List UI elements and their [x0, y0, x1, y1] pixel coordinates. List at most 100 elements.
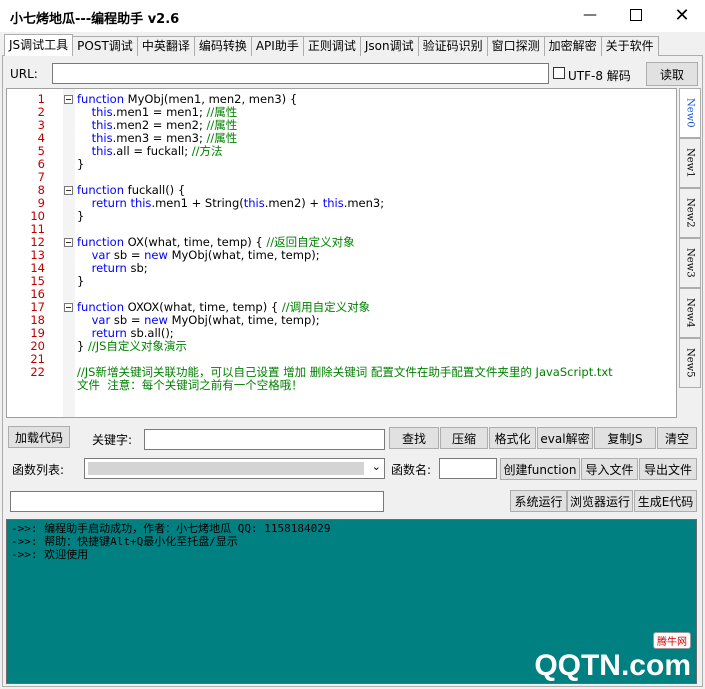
format-button[interactable]: 格式化: [489, 427, 536, 449]
code-token: sb =: [113, 248, 145, 262]
tab-5[interactable]: 正则调试: [302, 36, 361, 56]
code-token: OX(what, time, temp) {: [127, 235, 267, 249]
side-tab-label: New4: [684, 298, 696, 328]
maximize-button[interactable]: [613, 0, 659, 30]
console-line: ->>: 欢迎使用: [11, 548, 89, 561]
tab-4[interactable]: API助手: [250, 36, 304, 56]
tab-9[interactable]: 加密解密: [543, 36, 602, 56]
fold-toggle-icon[interactable]: [64, 238, 73, 247]
side-tab-label: New2: [684, 198, 696, 228]
side-tab-label: New0: [684, 98, 696, 128]
side-tab-0[interactable]: New0: [679, 88, 701, 138]
keyword-token: this: [91, 144, 113, 158]
run-input[interactable]: [10, 491, 384, 512]
fold-toggle-icon[interactable]: [64, 95, 73, 104]
code-line: 14 return sb;: [7, 261, 676, 275]
keyword-token: var: [91, 313, 114, 327]
system-run-button[interactable]: 系统运行: [510, 490, 567, 512]
code-token: sb;: [130, 261, 148, 275]
utf8-checkbox[interactable]: [553, 67, 565, 79]
keyword-token: var: [91, 248, 114, 262]
tab-8[interactable]: 窗口探测: [486, 36, 545, 56]
code-text: }: [77, 158, 84, 171]
keyword-input[interactable]: [144, 429, 385, 450]
find-button[interactable]: 查找: [389, 427, 439, 449]
code-token: MyObj(what, time, temp);: [171, 313, 320, 327]
window-title: 小七烤地瓜---编程助手 v2.6: [10, 12, 180, 27]
code-token: fuckall() {: [127, 183, 186, 197]
code-token: }: [77, 339, 88, 353]
close-button[interactable]: ✕: [659, 0, 705, 30]
code-line: 6}: [7, 158, 676, 171]
watermark-badge: 腾牛网: [653, 632, 691, 649]
watermark-text: QQTN.com: [534, 649, 691, 682]
utf8-checkbox-label: UTF-8 解码: [568, 69, 631, 83]
code-text: } //JS自定义对象演示: [77, 340, 187, 353]
function-list-select[interactable]: ⌄: [84, 458, 385, 479]
tab-3[interactable]: 编码转换: [193, 36, 252, 56]
eval-decrypt-button[interactable]: eval解密: [537, 427, 593, 449]
import-file-button[interactable]: 导入文件: [581, 458, 638, 480]
tab-6[interactable]: Json调试: [359, 36, 419, 56]
export-file-button[interactable]: 导出文件: [639, 458, 697, 480]
keyword-token: this: [243, 196, 265, 210]
code-token: OXOX(what, time, temp) {: [127, 300, 282, 314]
code-line: 10}: [7, 210, 676, 223]
comment-token: //属性: [206, 105, 238, 119]
keyword-token: new: [144, 313, 172, 327]
tab-1[interactable]: POST调试: [72, 36, 138, 56]
tab-10[interactable]: 关于软件: [600, 36, 659, 56]
comment-token: //调用自定义对象: [281, 300, 371, 314]
clear-button[interactable]: 清空: [657, 427, 697, 449]
code-text: }: [77, 275, 84, 288]
tab-strip: JS调试工具 POST调试 中英翻译 编码转换 API助手 正则调试 Json调试 验证码识别…: [4, 34, 659, 56]
code-token: .men2) +: [264, 196, 323, 210]
url-input[interactable]: [52, 63, 549, 84]
side-tab-2[interactable]: New2: [679, 188, 701, 238]
fold-toggle-icon[interactable]: [64, 303, 73, 312]
keyword-token: function: [77, 235, 128, 249]
code-token: MyObj(what, time, temp);: [171, 248, 320, 262]
code-line: 文件 注意：每个关键词之前有一个空格哦！: [7, 379, 676, 392]
side-tab-4[interactable]: New4: [679, 288, 701, 338]
code-token: .men1 + String(: [151, 196, 244, 210]
read-button[interactable]: 读取: [646, 62, 698, 86]
side-tab-3[interactable]: New3: [679, 238, 701, 288]
code-line: 15}: [7, 275, 676, 288]
code-token: .all = fuckall;: [112, 144, 192, 158]
code-token: .men3;: [343, 196, 385, 210]
code-editor[interactable]: 1 function MyObj(men1, men2, men3) {2 thi…: [6, 88, 677, 418]
code-token: sb =: [113, 313, 145, 327]
code-text: this.all = fuckall; //方法: [77, 144, 223, 158]
browser-run-button[interactable]: 浏览器运行: [567, 490, 633, 512]
keyword-token: return this: [91, 196, 152, 210]
compress-button[interactable]: 压缩: [440, 427, 488, 449]
code-line: 9 return this.men1 + String(this.men2) +…: [7, 196, 676, 210]
code-token: .men2 = men2;: [112, 118, 207, 132]
load-code-button[interactable]: 加载代码: [8, 426, 70, 448]
keyword-token: this: [91, 105, 113, 119]
tab-7[interactable]: 验证码识别: [417, 36, 488, 56]
generate-e-code-button[interactable]: 生成E代码: [634, 490, 697, 512]
comment-token: //JS自定义对象演示: [87, 339, 187, 353]
function-list-label: 函数列表:: [12, 463, 65, 477]
code-text: }: [77, 210, 84, 223]
minimize-button[interactable]: —: [567, 0, 613, 30]
comment-token: //方法: [191, 144, 223, 158]
code-token: sb.all();: [130, 326, 174, 340]
side-tab-5[interactable]: New5: [679, 338, 701, 388]
side-tab-1[interactable]: New1: [679, 138, 701, 188]
tab-2[interactable]: 中英翻译: [136, 36, 195, 56]
tab-0[interactable]: JS调试工具: [4, 34, 74, 56]
comment-token: //JS新增关键词关联功能，可以自己设置 增加 删除关键词 配置文件在助手配置文…: [77, 365, 613, 379]
create-function-button[interactable]: 创建function: [500, 458, 580, 480]
copy-js-button[interactable]: 复制JS: [594, 427, 656, 449]
function-name-input[interactable]: [439, 458, 497, 479]
function-list-value: [88, 462, 364, 475]
keyword-token: this: [322, 196, 344, 210]
fold-toggle-icon[interactable]: [64, 186, 73, 195]
